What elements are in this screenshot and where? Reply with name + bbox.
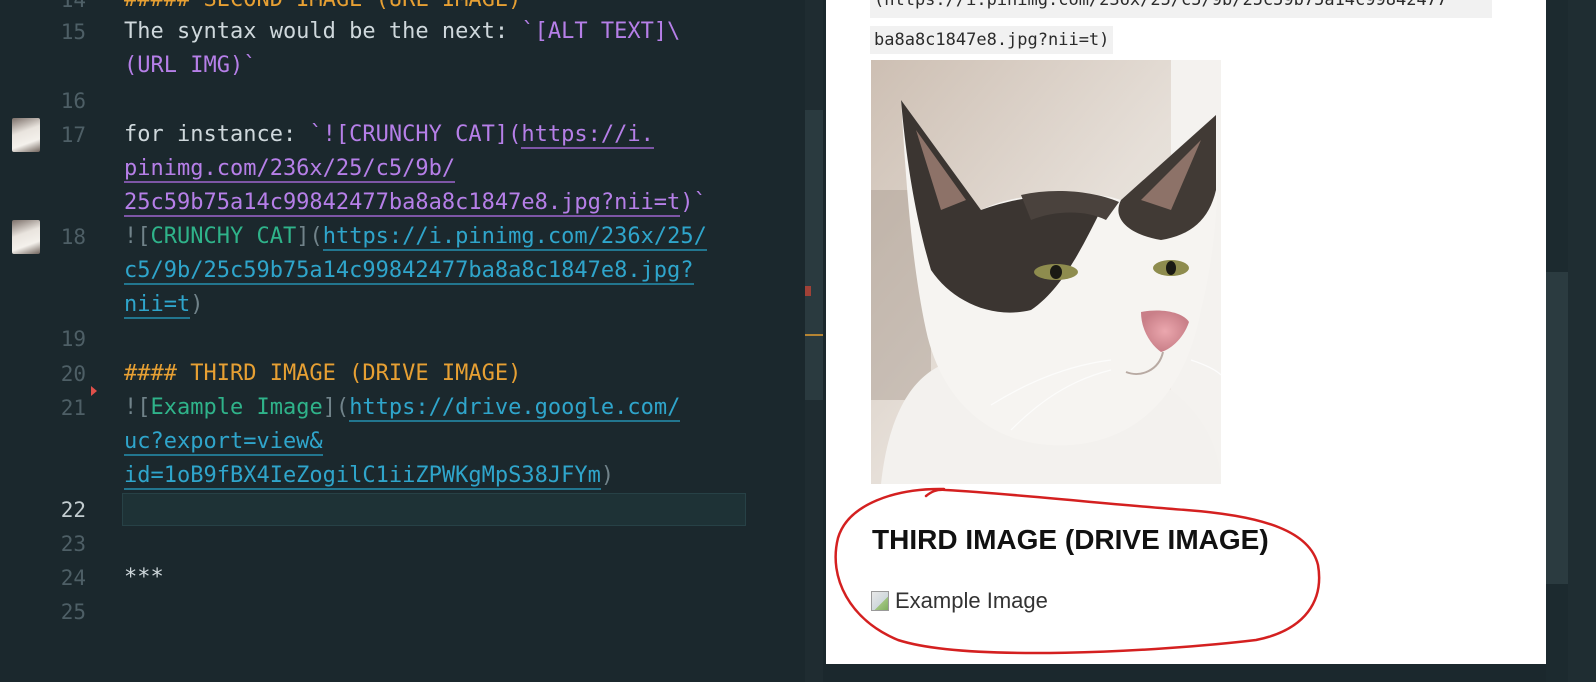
current-line-highlight — [122, 493, 746, 526]
alt-text: Example Image — [150, 395, 323, 420]
line-number: 19 — [60, 327, 86, 351]
fold-marker-icon[interactable] — [91, 386, 97, 396]
inline-code: )` — [680, 190, 707, 215]
line-number: 17 — [60, 123, 86, 147]
code-line[interactable]: for instance: `![CRUNCHY CAT](https://i. — [124, 118, 654, 152]
syntax-punct: ![ — [124, 224, 151, 249]
inline-code: `[ALT TEXT]\ — [521, 19, 681, 44]
url-link[interactable]: c5/9b/25c59b75a14c99842477ba8a8c1847e8.j… — [124, 258, 694, 285]
markdown-preview[interactable]: (https://i.pinimg.com/236x/25/c5/9b/25c5… — [826, 0, 1546, 664]
line-number: 18 — [60, 225, 86, 249]
scrollbar-marker — [805, 334, 823, 336]
line-number: 15 — [60, 20, 86, 44]
plain-text: The syntax would be the next: — [124, 19, 522, 44]
code-line[interactable]: The syntax would be the next: `[ALT TEXT… — [124, 15, 680, 49]
broken-image-icon — [871, 591, 889, 611]
preview-heading: THIRD IMAGE (DRIVE IMAGE) — [872, 524, 1269, 555]
url-link[interactable]: https://i.pinimg.com/236x/25/ — [322, 224, 707, 251]
line-number: 25 — [60, 600, 86, 624]
image-markdown-line[interactable]: ![Example Image](https://drive.google.co… — [124, 391, 681, 425]
inline-code: `![CRUNCHY CAT]( — [309, 122, 522, 147]
alt-text: CRUNCHY CAT — [150, 224, 297, 249]
syntax-punct: ) — [600, 463, 615, 488]
syntax-punct: ]( — [296, 224, 323, 249]
url-link[interactable]: uc?export=view& — [124, 429, 323, 456]
url-link[interactable]: https://i. — [521, 122, 654, 149]
image-markdown-wrap[interactable]: nii=t) — [124, 288, 203, 322]
image-markdown-line[interactable]: ![CRUNCHY CAT](https://i.pinimg.com/236x… — [124, 220, 707, 254]
url-link[interactable]: https://drive.google.com/ — [349, 395, 681, 422]
preview-bottom-bar — [826, 664, 1546, 682]
image-markdown-wrap[interactable]: id=1oB9fBX4IeZogilC1iiZPWKgMpS38JFYm) — [124, 459, 614, 493]
url-link[interactable]: 25c59b75a14c99842477ba8a8c1847e8.jpg?nii… — [124, 190, 681, 217]
plain-text: for instance: — [124, 122, 310, 147]
heading-line[interactable]: #### THIRD IMAGE (DRIVE IMAGE) — [124, 357, 521, 391]
line-number: 24 — [60, 566, 86, 590]
preview-inline-code: ba8a8c1847e8.jpg?nii=t) — [870, 26, 1114, 54]
code-line-wrap[interactable]: pinimg.com/236x/25/c5/9b/ — [124, 152, 456, 186]
url-link[interactable]: pinimg.com/236x/25/c5/9b/ — [124, 156, 456, 183]
line-number: 16 — [60, 89, 86, 113]
image-markdown-wrap[interactable]: uc?export=view& — [124, 425, 323, 459]
line-number: 20 — [60, 362, 86, 386]
syntax-punct: ]( — [322, 395, 350, 420]
line-number: 21 — [60, 396, 86, 420]
syntax-punct: ![ — [124, 395, 151, 420]
code-line-wrap[interactable]: (URL IMG)` — [124, 49, 256, 83]
scrollbar-marker — [805, 286, 811, 296]
horizontal-rule-line[interactable]: *** — [124, 561, 164, 595]
broken-image-alt-text: Example Image — [895, 588, 1048, 613]
line-number: 23 — [60, 532, 86, 556]
syntax-punct: ) — [190, 292, 204, 317]
image-markdown-wrap[interactable]: c5/9b/25c59b75a14c99842477ba8a8c1847e8.j… — [124, 254, 694, 288]
url-link[interactable]: nii=t — [124, 292, 191, 319]
markdown-editor[interactable]: 14 15 16 17 18 19 20 21 22 23 24 25 ####… — [0, 0, 826, 682]
broken-image: Example Image — [871, 586, 1048, 616]
preview-scrollbar-thumb[interactable] — [1546, 272, 1568, 584]
url-link[interactable]: id=1oB9fBX4IeZogilC1iiZPWKgMpS38JFYm — [124, 463, 601, 490]
editor-scrollbar-thumb[interactable] — [805, 110, 823, 400]
cat-image — [871, 60, 1221, 484]
gutter-image-thumbnail[interactable] — [12, 220, 40, 254]
window-edge — [1568, 0, 1596, 682]
code-line-wrap[interactable]: 25c59b75a14c99842477ba8a8c1847e8.jpg?nii… — [124, 186, 707, 220]
line-number-current: 22 — [60, 498, 86, 522]
gutter-image-thumbnail[interactable] — [12, 118, 40, 152]
preview-inline-code: (https://i.pinimg.com/236x/25/c5/9b/25c5… — [870, 0, 1492, 18]
